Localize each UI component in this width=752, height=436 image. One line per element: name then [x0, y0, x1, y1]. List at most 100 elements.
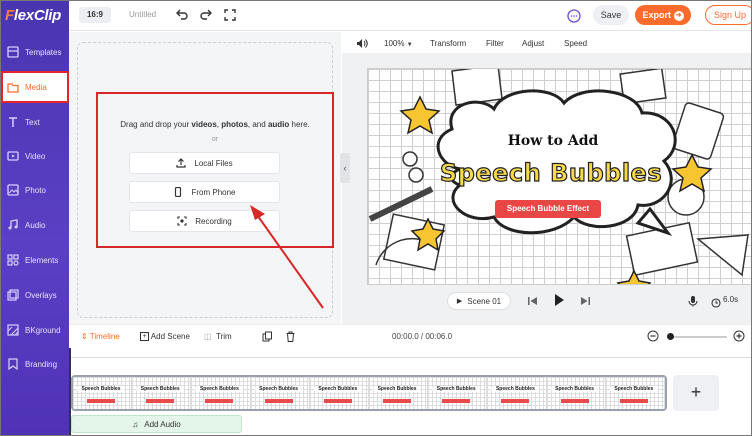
sidebar-item-text[interactable]: Text — [1, 105, 69, 139]
clip-thumbnail-badge — [501, 399, 530, 403]
sidebar-item-media[interactable]: Media — [1, 71, 69, 103]
canvas-title: Speech Bubbles — [439, 158, 663, 187]
clip-thumbnail-badge — [383, 399, 412, 403]
sidebar-item-label: Media — [25, 82, 47, 92]
add-audio-label: Add Audio — [144, 419, 181, 429]
clip-thumbnail-badge — [442, 399, 471, 403]
clip-thumbnail-text: Speech Bubbles — [313, 386, 362, 392]
sidebar-item-photo[interactable]: Photo — [1, 173, 69, 207]
save-button[interactable]: Save — [593, 5, 629, 25]
video-canvas[interactable]: How to Add Speech Bubbles Speech Bubble … — [367, 68, 751, 285]
canvas-badge: Speech Bubble Effect — [495, 200, 601, 218]
duplicate-icon[interactable] — [262, 331, 273, 344]
sidebar-item-label: BKground — [25, 325, 61, 335]
filter-button[interactable]: Filter — [486, 39, 504, 48]
clip-thumbnail-badge — [87, 399, 115, 403]
text-icon — [6, 115, 20, 129]
zoom-out-icon[interactable] — [647, 330, 659, 344]
sidebar-item-label: Elements — [25, 255, 59, 265]
volume-icon[interactable] — [356, 38, 368, 51]
music-note-icon: ♫ — [132, 419, 139, 429]
clip-thumbnail: Speech Bubbles — [487, 377, 547, 409]
clip-thumbnail-badge — [619, 399, 648, 403]
clip-thumbnail: Speech Bubbles — [191, 377, 251, 409]
sidebar-item-elements[interactable]: Elements — [1, 243, 69, 277]
flexclip-logo[interactable]: FlexClip — [5, 7, 61, 24]
microphone-icon[interactable] — [687, 294, 699, 312]
sidebar-item-video[interactable]: Video — [1, 139, 69, 173]
export-button[interactable]: Export ➜ — [635, 5, 691, 25]
speed-button[interactable]: Speed — [564, 39, 587, 48]
sidebar-item-templates[interactable]: Templates — [1, 35, 69, 69]
or-divider: or — [211, 136, 219, 143]
zoom-value: 100% — [384, 39, 405, 48]
playback-controls: ▶ Scene 01 6.0s — [447, 291, 751, 313]
redo-icon[interactable] — [199, 8, 213, 22]
zoom-slider-handle[interactable] — [667, 333, 674, 340]
scene-selector[interactable]: ▶ Scene 01 — [447, 292, 511, 310]
clip-thumbnail: Speech Bubbles — [369, 377, 429, 409]
templates-icon — [6, 45, 20, 59]
aspect-ratio-button[interactable]: 16:9 — [79, 7, 111, 23]
phone-icon — [173, 187, 183, 197]
sidebar-item-background[interactable]: BKground — [1, 313, 69, 347]
sidebar-item-label: Overlays — [25, 290, 57, 300]
timeline-label: Timeline — [89, 332, 120, 341]
adjust-button[interactable]: Adjust — [522, 39, 544, 48]
chat-icon[interactable] — [567, 9, 581, 23]
canvas-headline: How to Add — [507, 133, 599, 149]
duration-label: 6.0s — [723, 295, 739, 304]
clip-thumbnail-text: Speech Bubbles — [550, 386, 599, 392]
clip-thumbnail-badge — [560, 399, 589, 403]
trim-label: Trim — [216, 332, 232, 341]
timeline-header: ⇕ Timeline + Add Scene ◫ Trim 00:00.0 / … — [69, 324, 751, 348]
audio-icon — [6, 218, 20, 232]
timeline-tab[interactable]: ⇕ Timeline — [81, 332, 120, 341]
zoom-slider[interactable] — [667, 333, 727, 340]
zoom-dropdown[interactable]: 100% ▼ — [384, 39, 413, 48]
project-title[interactable]: Untitled — [129, 10, 156, 19]
clip-thumbnail-badge — [323, 399, 352, 403]
sidebar-item-label: Text — [25, 117, 40, 127]
trim-button[interactable]: ◫ Trim — [204, 332, 232, 341]
sidebar-item-label: Templates — [25, 47, 62, 57]
add-scene-button[interactable]: + Add Scene — [140, 332, 190, 342]
video-clip-track[interactable]: Speech Bubbles Speech Bubbles Speech Bubbl… — [71, 375, 667, 411]
comma: , — [216, 120, 219, 129]
clip-thumbnail: Speech Bubbles — [428, 377, 488, 409]
sign-up-button[interactable]: Sign Up — [705, 5, 751, 25]
clip-thumbnail-text: Speech Bubbles — [254, 386, 303, 392]
app-window: FlexClip Templates Media Text Video Phot… — [0, 0, 752, 436]
undo-icon[interactable] — [175, 8, 189, 22]
clip-thumbnail-text: Speech Bubbles — [136, 386, 185, 392]
zoom-in-icon[interactable] — [733, 330, 745, 344]
video-icon — [6, 149, 20, 163]
branding-icon — [6, 357, 20, 371]
trim-icon: ◫ — [204, 332, 212, 341]
sidebar-item-label: Video — [25, 151, 46, 161]
play-icon[interactable] — [552, 293, 566, 312]
timecode: 00:00.0 / 00:06.0 — [392, 332, 453, 341]
add-clip-button[interactable]: + — [673, 375, 719, 411]
delete-icon[interactable] — [285, 331, 296, 344]
next-icon[interactable] — [579, 294, 591, 312]
sidebar-item-overlays[interactable]: Overlays — [1, 278, 69, 312]
timeline-icon: ⇕ — [81, 332, 88, 341]
clip-thumbnail-badge — [146, 399, 175, 403]
add-audio-button[interactable]: ♫ Add Audio — [71, 415, 242, 433]
collapse-panel-button[interactable]: ‹ — [340, 153, 350, 183]
sidebar-item-label: Branding — [25, 359, 58, 369]
clip-thumbnail: Speech Bubbles — [309, 377, 370, 409]
sidebar-item-audio[interactable]: Audio — [1, 208, 69, 242]
sidebar-item-branding[interactable]: Branding — [1, 347, 69, 381]
local-files-button[interactable]: Local Files — [129, 152, 280, 174]
transform-button[interactable]: Transform — [430, 39, 466, 48]
previous-icon[interactable] — [527, 294, 539, 312]
clip-thumbnail-text: Speech Bubbles — [432, 386, 481, 392]
clip-thumbnail: Speech Bubbles — [250, 377, 310, 409]
drag-suffix: here. — [291, 120, 310, 129]
background-icon — [6, 323, 20, 337]
fullscreen-icon[interactable] — [223, 8, 237, 22]
elements-icon — [6, 253, 20, 267]
clip-thumbnail-text: Speech Bubbles — [195, 386, 244, 392]
